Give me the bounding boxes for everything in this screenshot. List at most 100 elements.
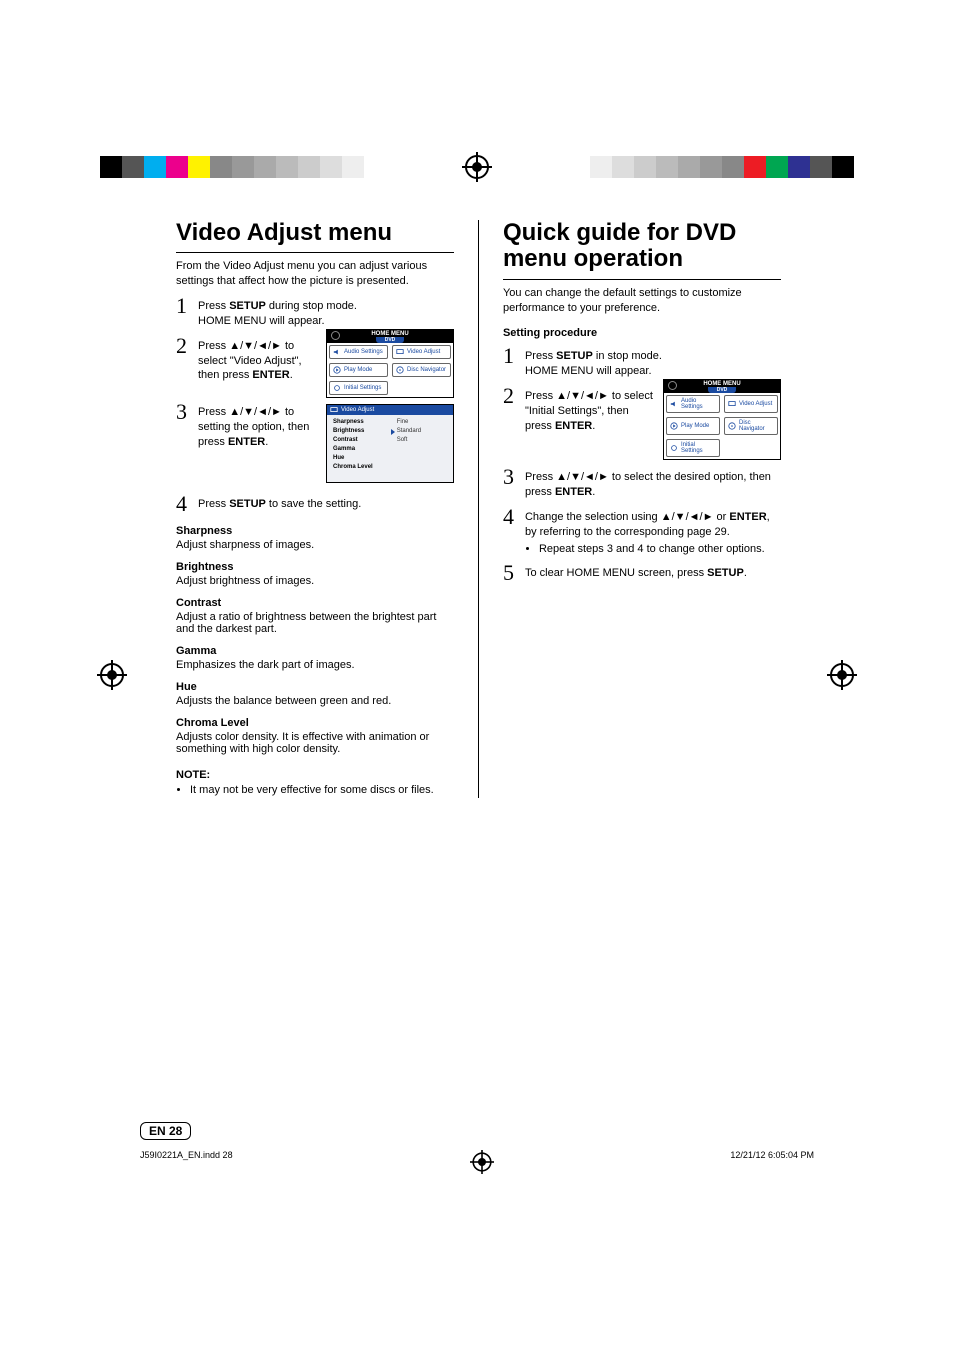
footer: J59I0221A_EN.indd 28 12/21/12 6:05:04 PM	[140, 1150, 814, 1174]
menu-item-play: Play Mode	[666, 417, 720, 435]
text: to save the setting.	[266, 498, 361, 510]
menu-item-initial: Initial Settings	[666, 439, 720, 457]
text: .	[290, 369, 293, 381]
text: Press	[198, 498, 229, 510]
menu-title: HOME MENU	[371, 331, 408, 337]
text: .	[265, 436, 268, 448]
registration-top	[0, 155, 954, 179]
monitor-icon	[330, 406, 338, 414]
disc-icon	[728, 422, 736, 430]
va-header: Video Adjust	[327, 405, 453, 415]
arrow-keys: ▲/▼/◄/►	[229, 406, 282, 418]
va-options: Fine Standard Soft	[391, 418, 421, 472]
text: Press	[198, 340, 229, 352]
page-number: EN 28	[140, 1122, 191, 1140]
note-list: It may not be very effective for some di…	[176, 783, 454, 798]
section-heading: Video Adjust menu	[176, 220, 454, 246]
step-4: 4 Change the selection using ▲/▼/◄/► or …	[503, 506, 781, 557]
arrow-keys: ▲/▼/◄/►	[229, 340, 282, 352]
sub-heading: Setting procedure	[503, 327, 781, 339]
menu-subtitle: DVD	[708, 387, 736, 393]
note-item: It may not be very effective for some di…	[190, 783, 454, 798]
menu-item-disc: Disc Navigator	[392, 363, 451, 377]
column-separator	[478, 220, 479, 798]
step-4: 4 Press SETUP to save the setting.	[176, 493, 454, 515]
arrow-keys: ▲/▼/◄/►	[556, 471, 609, 483]
term-desc: Emphasizes the dark part of images.	[176, 659, 454, 671]
term-desc: Adjust brightness of images.	[176, 575, 454, 587]
menu-header: HOME MENU DVD	[664, 380, 780, 393]
menu-header: HOME MENU DVD	[327, 330, 453, 343]
term-heading: Chroma Level	[176, 717, 454, 729]
text: .	[592, 420, 595, 432]
footer-file: J59I0221A_EN.indd 28	[140, 1150, 233, 1174]
term-desc: Adjusts the balance between green and re…	[176, 695, 454, 707]
step-2: 2 Press ▲/▼/◄/► to select "Initial Setti…	[503, 385, 655, 434]
menu-item-video: Video Adjust	[392, 345, 451, 359]
term-desc: Adjust a ratio of brightness between the…	[176, 611, 454, 635]
step-1: 1 Press SETUP during stop mode. HOME MEN…	[176, 295, 454, 329]
menu-item-audio: Audio Settings	[329, 345, 388, 359]
note-heading: NOTE:	[176, 769, 454, 781]
home-menu-screenshot: HOME MENU DVD Audio Settings Video Adjus…	[663, 379, 781, 460]
step-5: 5 To clear HOME MENU screen, press SETUP…	[503, 562, 781, 584]
text: ENTER	[252, 369, 289, 381]
step-number: 3	[176, 401, 194, 423]
disc-icon	[668, 381, 677, 390]
right-column: Quick guide for DVD menu operation You c…	[503, 220, 781, 798]
crop-mark-icon	[830, 663, 854, 687]
gear-icon	[670, 444, 678, 452]
menu-item-video: Video Adjust	[724, 395, 778, 413]
step-number: 4	[176, 493, 194, 515]
step-number: 4	[503, 506, 521, 528]
va-param-list: SharpnessBrightnessContrast GammaHueChro…	[333, 418, 373, 472]
text: or	[713, 511, 729, 523]
crop-mark-icon	[465, 155, 489, 179]
menu-item-disc: Disc Navigator	[724, 417, 778, 435]
text: .	[744, 567, 747, 579]
step-3: 3 Press ▲/▼/◄/► to setting the option, t…	[176, 401, 316, 450]
text: ENTER	[555, 486, 592, 498]
menu-item-audio: Audio Settings	[666, 395, 720, 413]
term-heading: Gamma	[176, 645, 454, 657]
text: during stop mode.	[266, 300, 357, 312]
crop-mark-icon	[100, 663, 124, 687]
arrow-keys: ▲/▼/◄/►	[556, 390, 609, 402]
text: ENTER	[228, 436, 265, 448]
menu-subtitle: DVD	[376, 337, 404, 343]
text: SETUP	[229, 300, 266, 312]
text: Change the selection using	[525, 511, 661, 523]
text: HOME MENU will appear.	[198, 315, 325, 327]
step-number: 2	[176, 335, 194, 357]
intro-text: You can change the default settings to c…	[503, 286, 781, 316]
text: .	[592, 486, 595, 498]
left-column: Video Adjust menu From the Video Adjust …	[176, 220, 454, 798]
term-heading: Contrast	[176, 597, 454, 609]
text: HOME MENU will appear.	[525, 365, 652, 377]
step-number: 5	[503, 562, 521, 584]
text: Press	[198, 406, 229, 418]
crop-mark-icon	[472, 1152, 491, 1171]
monitor-icon	[728, 400, 736, 408]
step-number: 3	[503, 466, 521, 488]
disc-icon	[331, 331, 340, 340]
step-number: 1	[503, 345, 521, 367]
text: Press	[525, 350, 556, 362]
step-2: 2 Press ▲/▼/◄/► to select "Video Adjust"…	[176, 335, 316, 384]
color-bar-right	[590, 156, 854, 178]
monitor-icon	[396, 348, 404, 356]
play-icon	[333, 366, 341, 374]
video-adjust-screenshot: Video Adjust SharpnessBrightnessContrast…	[326, 404, 454, 483]
text: Press	[198, 300, 229, 312]
term-heading: Brightness	[176, 561, 454, 573]
step-3: 3 Press ▲/▼/◄/► to select the desired op…	[503, 466, 781, 500]
step-number: 2	[503, 385, 521, 407]
text: SETUP	[229, 498, 266, 510]
disc-icon	[396, 366, 404, 374]
term-heading: Hue	[176, 681, 454, 693]
sub-bullet: Repeat steps 3 and 4 to change other opt…	[539, 542, 781, 557]
term-desc: Adjusts color density. It is effective w…	[176, 731, 454, 755]
text: ENTER	[555, 420, 592, 432]
menu-item-play: Play Mode	[329, 363, 388, 377]
gear-icon	[333, 384, 341, 392]
